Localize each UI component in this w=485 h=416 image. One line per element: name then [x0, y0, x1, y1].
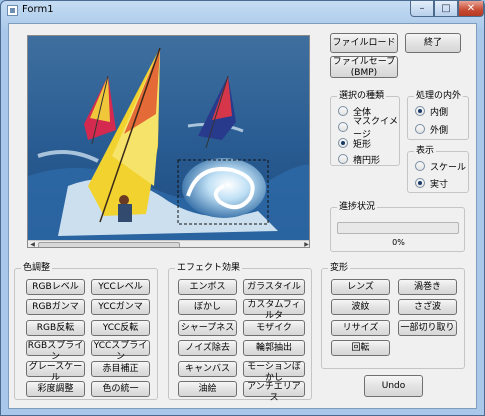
- radio-outside-label: 外側: [430, 125, 449, 136]
- effects-label: エフェクト効果: [175, 262, 243, 274]
- rgb-level-button[interactable]: RGBレベル: [26, 279, 85, 295]
- motion-blur-button[interactable]: モーションぼかし: [243, 361, 305, 383]
- radio-rectangle-label: 矩形: [353, 139, 372, 150]
- color-adjust-label: 色調整: [21, 262, 53, 274]
- rgb-gamma-button[interactable]: RGBガンマ: [26, 299, 85, 315]
- radio-icon: [338, 106, 348, 116]
- rotate-button[interactable]: 回転: [331, 340, 390, 356]
- undo-button[interactable]: Undo: [364, 375, 423, 397]
- radio-mask-image[interactable]: マスクイメージ: [338, 117, 399, 140]
- radio-actual-size-label: 実寸: [430, 179, 449, 190]
- sharpness-button[interactable]: シャープネス: [178, 320, 237, 336]
- windsurf-image: [28, 36, 309, 240]
- progress-label: 進捗状況: [337, 201, 378, 213]
- unify-color-button[interactable]: 色の統一: [91, 381, 150, 397]
- transform-label: 変形: [328, 262, 351, 274]
- radio-inside-label: 内側: [430, 107, 449, 118]
- blur-button[interactable]: ぼかし: [178, 299, 237, 315]
- file-load-button[interactable]: ファイルロード: [330, 33, 398, 53]
- radio-ellipse-label: 楕円形: [353, 155, 381, 166]
- emboss-button[interactable]: エンボス: [178, 279, 237, 295]
- scroll-left-icon[interactable]: ◀: [28, 241, 37, 247]
- crop-button[interactable]: 一部切り取り: [398, 320, 457, 336]
- radio-rectangle[interactable]: 矩形: [338, 137, 372, 150]
- display-label: 表示: [414, 145, 437, 157]
- display-group: 表示 スケール 実寸: [407, 145, 469, 193]
- radio-icon: [338, 154, 348, 164]
- close-button[interactable]: ✕: [458, 1, 484, 17]
- radio-ellipse[interactable]: 楕円形: [338, 153, 381, 166]
- oil-paint-button[interactable]: 油絵: [178, 381, 237, 397]
- title-bar[interactable]: Form1 – □ ✕: [1, 1, 484, 21]
- radio-scale[interactable]: スケール: [415, 160, 467, 173]
- file-save-button[interactable]: ファイルセーブ (BMP): [330, 56, 398, 78]
- wave-button[interactable]: さざ波: [398, 299, 457, 315]
- progress-percent: 0%: [392, 238, 405, 247]
- saturation-button[interactable]: 彩度調整: [26, 381, 85, 397]
- radio-icon: [415, 124, 425, 134]
- selection-type-group: 選択の種類 全体 マスクイメージ 矩形 楕円形: [330, 90, 400, 166]
- canvas-button[interactable]: キャンバス: [178, 361, 237, 377]
- file-save-label: ファイルセーブ: [332, 57, 396, 67]
- progress-group: 進捗状況 0%: [330, 201, 465, 252]
- radio-icon: [338, 122, 348, 132]
- file-save-format-label: (BMP): [350, 68, 378, 78]
- app-icon: [7, 5, 18, 16]
- glass-tile-button[interactable]: ガラスタイル: [243, 279, 305, 295]
- radio-inside[interactable]: 内側: [415, 105, 449, 118]
- transform-group: 変形 レンズ 渦巻き 波紋 さざ波 リサイズ 一部切り取り 回転: [321, 262, 465, 369]
- ripple-button[interactable]: 波紋: [331, 299, 390, 315]
- red-eye-button[interactable]: 赤目補正: [91, 361, 150, 377]
- radio-scale-label: スケール: [430, 162, 467, 173]
- maximize-button[interactable]: □: [434, 1, 458, 17]
- ycc-level-button[interactable]: YCCレベル: [91, 279, 150, 295]
- process-area-label: 処理の内外: [414, 90, 464, 102]
- main-window: Form1 – □ ✕ ◀ ▶ ファイルロード 終了 ファイルセーブ (BMP)…: [0, 0, 485, 416]
- window-title: Form1: [22, 4, 54, 15]
- radio-icon: [415, 161, 425, 171]
- resize-button[interactable]: リサイズ: [331, 320, 390, 336]
- antialias-button[interactable]: アンチエリアス: [243, 381, 305, 403]
- swirl-button[interactable]: 渦巻き: [398, 279, 457, 295]
- rgb-spline-button[interactable]: RGBスプライン: [26, 340, 85, 362]
- grayscale-button[interactable]: グレースケール: [26, 361, 85, 383]
- picture-box[interactable]: ▲ ▼ ◀ ▶: [27, 35, 310, 248]
- custom-filter-button[interactable]: カスタムフィルタ: [243, 299, 305, 321]
- radio-outside[interactable]: 外側: [415, 123, 449, 136]
- ycc-gamma-button[interactable]: YCCガンマ: [91, 299, 150, 315]
- radio-checked-icon: [415, 106, 425, 116]
- horizontal-scroll-thumb[interactable]: [38, 242, 180, 247]
- horizontal-scrollbar[interactable]: ◀ ▶: [28, 240, 309, 247]
- progress-bar: [337, 222, 459, 234]
- radio-checked-icon: [338, 138, 348, 148]
- process-area-group: 処理の内外 内側 外側: [407, 90, 469, 140]
- lens-button[interactable]: レンズ: [331, 279, 390, 295]
- ycc-spline-button[interactable]: YCCスプライン: [91, 340, 150, 362]
- rgb-invert-button[interactable]: RGB反転: [26, 320, 85, 336]
- exit-button[interactable]: 終了: [405, 33, 461, 53]
- noise-removal-button[interactable]: ノイズ除去: [178, 340, 237, 356]
- color-adjust-group: 色調整 RGBレベル YCCレベル RGBガンマ YCCガンマ RGB反転 YC…: [14, 262, 158, 400]
- radio-actual-size[interactable]: 実寸: [415, 177, 449, 190]
- effects-group: エフェクト効果 エンボス ガラスタイル ぼかし カスタムフィルタ シャープネス …: [168, 262, 312, 403]
- form-client-area: ▲ ▼ ◀ ▶ ファイルロード 終了 ファイルセーブ (BMP) 選択の種類 全…: [8, 23, 477, 409]
- mosaic-button[interactable]: モザイク: [243, 320, 305, 336]
- minimize-button[interactable]: –: [410, 1, 434, 17]
- edge-extract-button[interactable]: 輪郭抽出: [243, 340, 305, 356]
- selection-type-label: 選択の種類: [337, 90, 387, 102]
- scroll-right-icon[interactable]: ▶: [302, 241, 309, 247]
- ycc-invert-button[interactable]: YCC反転: [91, 320, 150, 336]
- radio-checked-icon: [415, 178, 425, 188]
